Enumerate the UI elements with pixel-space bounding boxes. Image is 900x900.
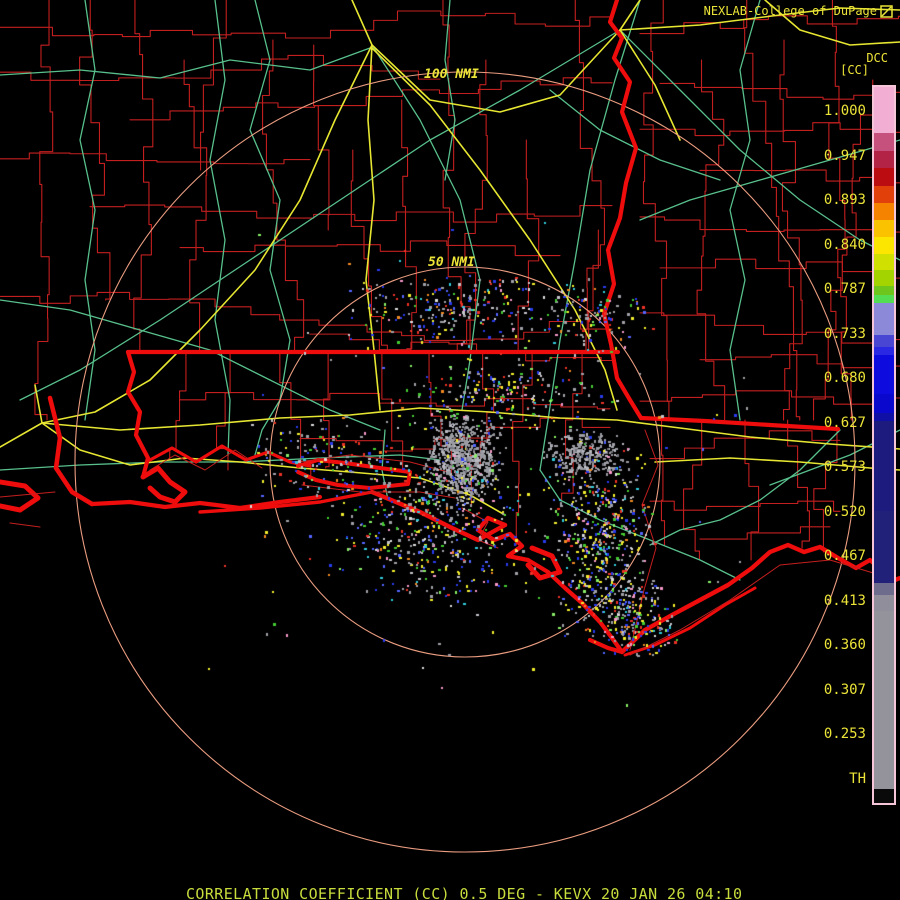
colorbar-segment <box>874 87 894 133</box>
colorbar-segment <box>874 203 894 220</box>
colorbar-segment <box>874 611 894 789</box>
colorbar-label: 0.680 <box>823 370 866 386</box>
colorbar-label: 0.573 <box>823 459 866 475</box>
colorbar-segment <box>874 595 894 611</box>
colorbar-segment <box>874 394 894 413</box>
colorbar-segment <box>874 347 894 355</box>
colorbar-label: 0.413 <box>823 593 866 609</box>
colorbar-segment <box>874 413 894 421</box>
colorbar-segment <box>874 186 894 203</box>
colorbar-label: 0.253 <box>823 726 866 742</box>
radar-echoes <box>0 0 900 900</box>
radar-viewer: NEXLAB-College of DuPage DCC [CC] 100 NM… <box>0 0 900 900</box>
colorbar-segment <box>874 355 894 394</box>
product-code: [CC] <box>840 63 869 77</box>
range-ring-label-100nmi: 100 NMI <box>424 67 479 82</box>
colorbar-segment <box>874 151 894 168</box>
colorbar-segment <box>874 295 894 303</box>
product-id: DCC <box>866 51 888 65</box>
brand-text: NEXLAB-College of DuPage <box>704 4 893 18</box>
colorbar-label: TH <box>849 771 866 787</box>
colorbar-label: 0.947 <box>823 148 866 164</box>
colorbar-segment <box>874 220 894 237</box>
colorbar-segment <box>874 583 894 595</box>
product-caption: CORRELATION COEFFICIENT (CC) 0.5 DEG - K… <box>186 885 743 900</box>
range-ring-label-50nmi: 50 NMI <box>428 255 475 270</box>
colorbar-segment <box>874 237 894 254</box>
colorbar-label: 0.840 <box>823 237 866 253</box>
colorbar-label: 0.520 <box>823 504 866 520</box>
colorbar-label: 0.360 <box>823 637 866 653</box>
colorbar-label: 1.000 <box>823 103 866 119</box>
colorbar-label: 0.893 <box>823 192 866 208</box>
colorbar-segment <box>874 789 894 803</box>
colorbar-label: 0.733 <box>823 326 866 342</box>
colorbar-segment <box>874 168 894 186</box>
colorbar-segment <box>874 511 894 583</box>
colorbar-segment <box>874 254 894 270</box>
colorbar-segment <box>874 133 894 151</box>
colorbar-segment <box>874 335 894 347</box>
colorbar-segment <box>874 286 894 295</box>
colorbar-label: 0.307 <box>823 682 866 698</box>
brand-label: NEXLAB-College of DuPage <box>703 4 877 18</box>
colorbar-segment <box>874 270 894 286</box>
colorbar-segment <box>874 421 894 511</box>
colorbar-segment <box>874 303 894 335</box>
color-scale <box>872 85 896 805</box>
colorbar-label: 0.467 <box>823 548 866 564</box>
colorbar-label: 0.787 <box>823 281 866 297</box>
box-diagonal-icon <box>880 4 893 18</box>
colorbar-label: 0.627 <box>823 415 866 431</box>
